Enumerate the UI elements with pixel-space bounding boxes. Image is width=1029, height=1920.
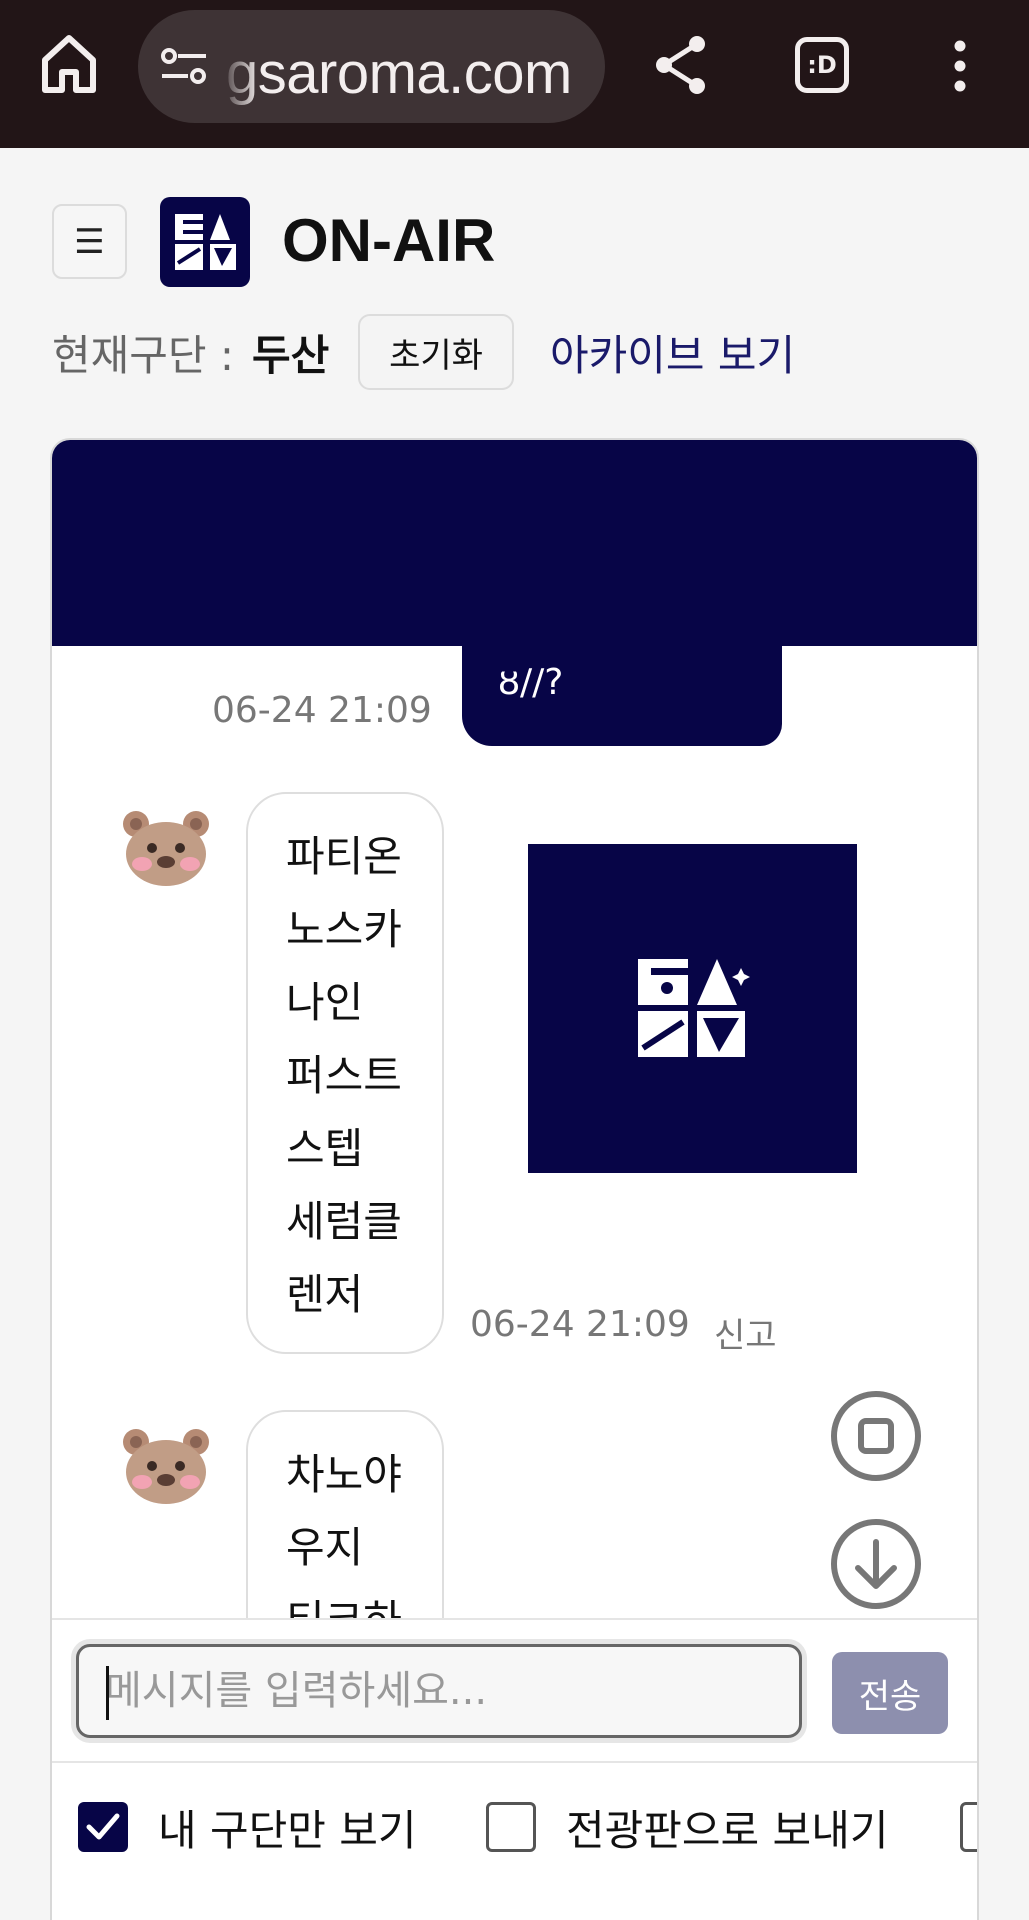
message-line: 퍼스트	[286, 1051, 402, 1100]
more-option-checkbox[interactable]	[960, 1802, 977, 1852]
message-line: 나인	[286, 978, 364, 1027]
send-to-board-checkbox[interactable]	[486, 1802, 536, 1852]
my-message-text: ȣ//?	[498, 662, 564, 703]
message-line: 파티온	[286, 832, 402, 881]
report-link[interactable]: 신고	[714, 1308, 777, 1357]
logo-image-icon	[637, 958, 750, 1057]
share-icon[interactable]	[652, 34, 710, 96]
url-fade	[220, 30, 260, 110]
address-bar[interactable]: gsaroma.com	[138, 10, 605, 123]
send-to-board-option[interactable]: 전광판으로 보내기	[486, 1797, 888, 1857]
menu-button[interactable]: ☰	[52, 204, 127, 279]
emoji-icon[interactable]: :D	[795, 37, 849, 93]
scroll-down-icon[interactable]	[830, 1518, 922, 1610]
bear-avatar-icon	[123, 811, 209, 886]
stop-icon[interactable]	[830, 1390, 922, 1482]
home-icon[interactable]	[40, 32, 98, 94]
send-button[interactable]: 전송	[832, 1652, 948, 1734]
reset-button[interactable]: 초기화	[358, 314, 514, 390]
browser-toolbar: gsaroma.com :D	[0, 0, 1029, 148]
send-to-board-label: 전광판으로 보내기	[566, 1805, 889, 1855]
message-composer: 전송	[52, 1618, 977, 1763]
logo-mark-icon	[175, 214, 236, 270]
message-line: 노스카	[286, 905, 402, 954]
message-line: 스텝	[286, 1124, 364, 1173]
message-line: 차노야	[286, 1450, 402, 1499]
text-caret	[106, 1666, 109, 1720]
site-logo[interactable]	[160, 197, 250, 287]
chat-options: 내 구단만 보기 전광판으로 보내기	[52, 1763, 977, 1893]
current-team-label: 현재구단 :	[52, 331, 235, 380]
checkmark-icon	[86, 1813, 120, 1840]
my-message-bubble: ȣ//?	[462, 646, 782, 746]
my-team-only-checkbox[interactable]	[78, 1802, 128, 1852]
message-input[interactable]	[76, 1644, 802, 1738]
message-line: 세럼클	[286, 1197, 402, 1246]
message-timestamp: 06-24 21:09	[470, 1304, 690, 1345]
archive-link[interactable]: 아카이브 보기	[550, 322, 795, 383]
hamburger-icon: ☰	[74, 221, 105, 262]
bear-avatar-icon	[123, 1429, 209, 1504]
more-option[interactable]	[960, 1797, 977, 1857]
page-title: ON-AIR	[282, 207, 496, 274]
more-options-icon[interactable]	[950, 40, 970, 92]
my-team-only-label: 내 구단만 보기	[158, 1805, 417, 1855]
message-line: 렌저	[286, 1270, 364, 1319]
site-settings-icon[interactable]	[160, 46, 208, 86]
message-bubble: 파티온 노스카 나인 퍼스트 스텝 세럼클 렌저	[246, 792, 444, 1354]
current-team-value: 두산	[252, 331, 330, 380]
image-message[interactable]	[528, 844, 857, 1173]
team-section-row: 현재구단 : 두산 초기화 아카이브 보기	[52, 314, 992, 390]
my-message-timestamp: 06-24 21:09	[212, 690, 432, 731]
message-line: 우지	[286, 1523, 364, 1572]
chat-banner	[52, 440, 977, 646]
url-text: gsaroma.com	[226, 41, 572, 106]
chat-panel[interactable]: ȣ//? 06-24 21:09 파티온 노스카 나인 퍼스트 스텝 세럼클 렌…	[50, 438, 979, 1920]
my-team-only-option[interactable]: 내 구단만 보기	[78, 1797, 417, 1857]
